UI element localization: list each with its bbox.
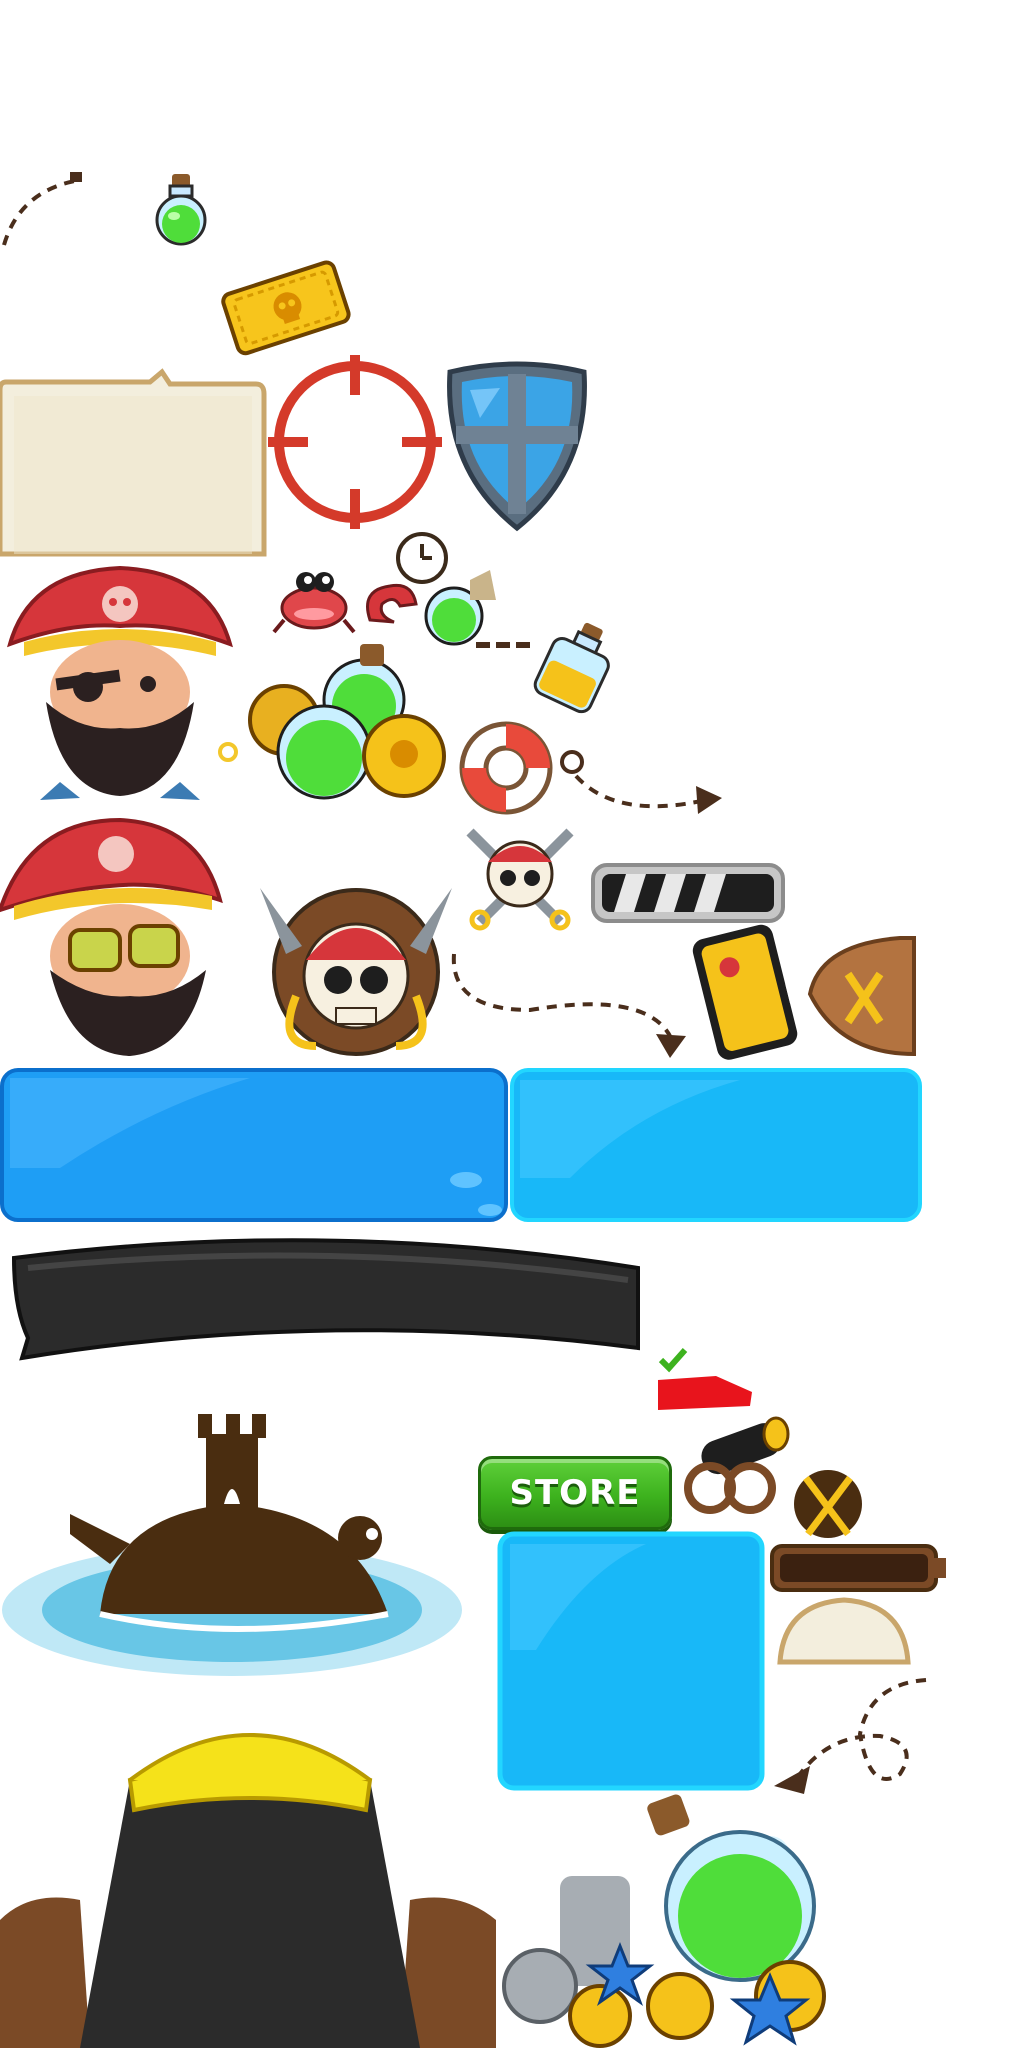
pirate-captain-sunglasses [0, 810, 236, 1060]
life-ring-icon [456, 718, 556, 818]
parchment-tab [774, 1596, 914, 1668]
crosshair-icon [268, 355, 442, 529]
rewards-pile-icon [244, 640, 456, 808]
cyan-panel [510, 1068, 924, 1228]
cyan-square-panel [496, 1530, 766, 1792]
pirate-captain [0, 552, 240, 802]
dashed-line-icon [476, 638, 532, 652]
red-flag-icon [656, 1372, 756, 1412]
island-silhouette [0, 1384, 470, 1684]
progress-bar-icon [590, 862, 786, 924]
yellow-potion-icon [533, 620, 618, 714]
swords-badge-icon [790, 1458, 866, 1542]
parchment-panel [0, 368, 268, 557]
wooden-sign-icon [800, 934, 920, 1058]
cannon-icon [680, 1416, 790, 1516]
cannon-closeup [0, 1690, 496, 2048]
dashed-arrow-icon-2 [556, 740, 726, 820]
phone-card-icon [690, 924, 802, 1060]
black-ribbon-banner [8, 1228, 644, 1368]
checkmark-icon [658, 1346, 688, 1373]
dashed-arrow-icon [0, 170, 90, 250]
blue-panel [0, 1068, 508, 1222]
store-button[interactable]: STORE [478, 1456, 672, 1530]
wood-bar-icon [770, 1544, 946, 1592]
skull-crossed-swords-icon [460, 822, 580, 932]
gold-ticket-icon [215, 255, 355, 356]
crab-icon [270, 560, 356, 640]
shield-icon [440, 360, 594, 532]
dashed-arrow-icon-3 [450, 950, 690, 1060]
skull-badge-icon [256, 876, 456, 1056]
green-potion-icon [150, 170, 212, 248]
treasure-pile-icon [500, 1794, 842, 2048]
claw-potion-icon [360, 560, 500, 650]
dashed-loop-arrow-icon [770, 1674, 930, 1804]
